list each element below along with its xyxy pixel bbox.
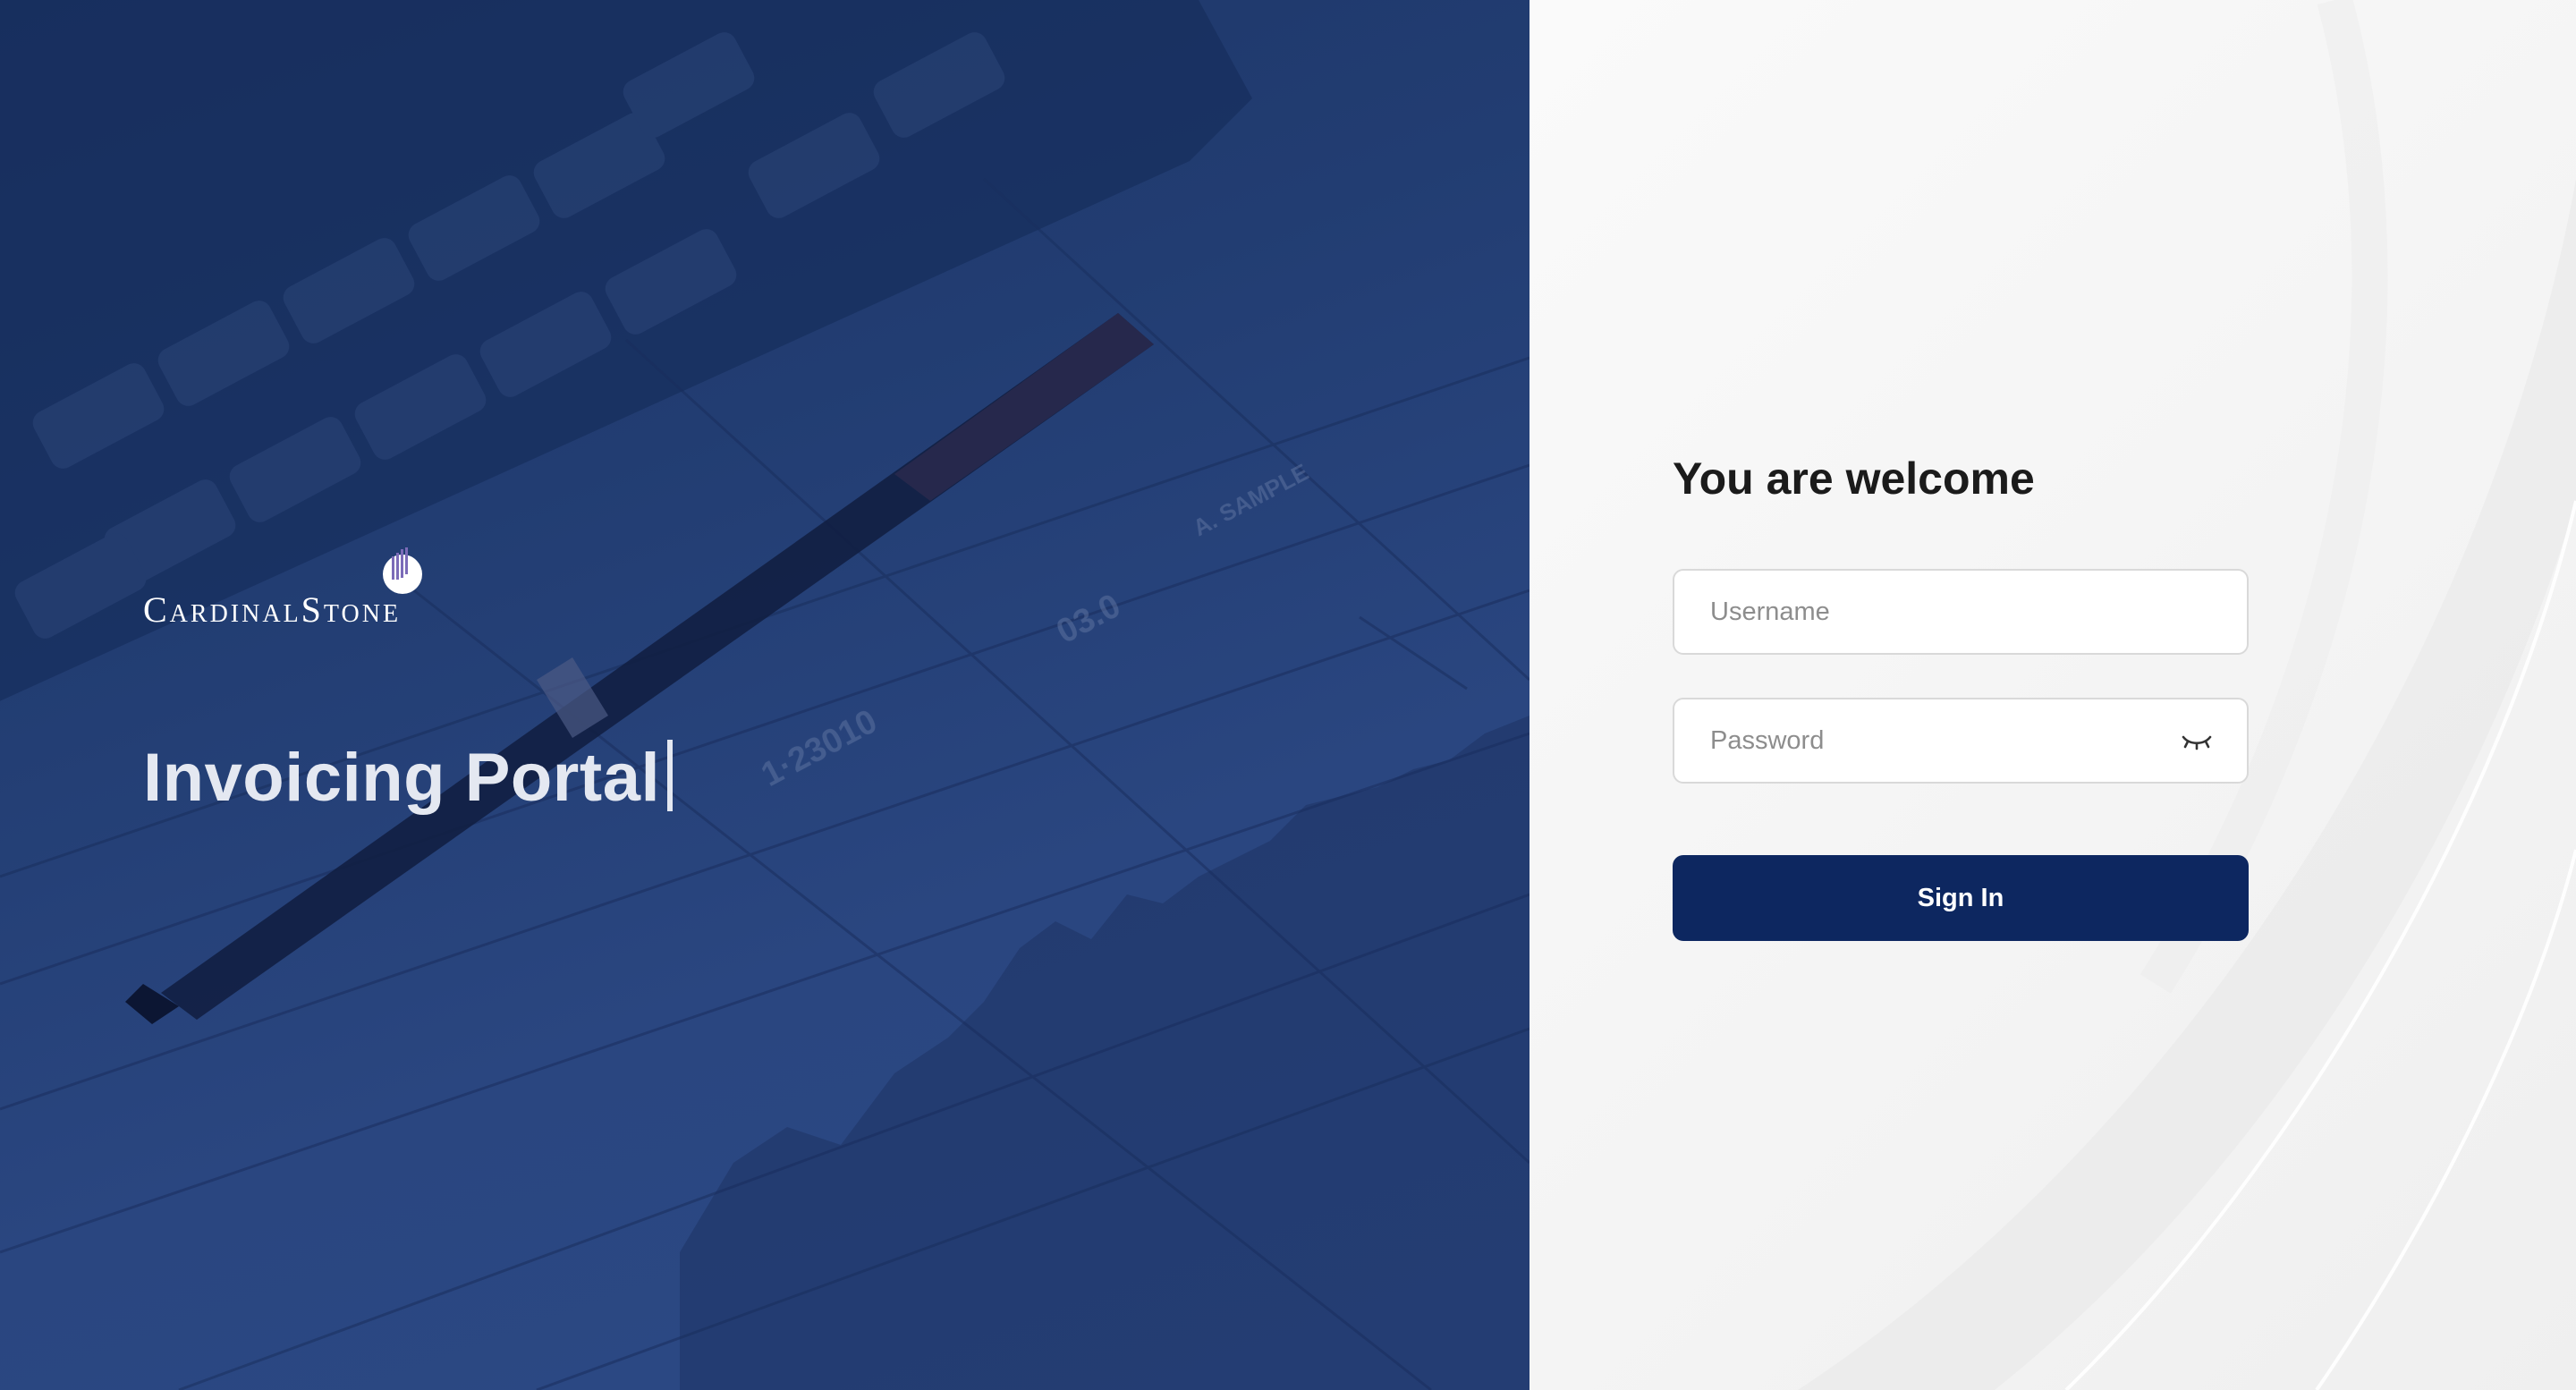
svg-text:1·23010: 1·23010 — [756, 702, 884, 794]
svg-text:03.0: 03.0 — [1051, 587, 1127, 651]
login-form: You are welcome Sign In — [1673, 447, 2249, 941]
svg-text:A. SAMPLE: A. SAMPLE — [1189, 458, 1313, 541]
portal-title: Invoicing Portal — [143, 739, 674, 817]
username-field — [1673, 569, 2249, 655]
stock-chart-shape — [680, 716, 1530, 1390]
password-input[interactable] — [1674, 699, 2175, 782]
document-figures: 1·23010 03.0 A. SAMPLE — [756, 458, 1313, 794]
sign-in-button[interactable]: Sign In — [1673, 855, 2249, 941]
brand-logo: CardinalStone — [143, 546, 474, 635]
hero-background-image: 1·23010 03.0 A. SAMPLE — [0, 0, 1530, 1390]
text-cursor — [667, 740, 674, 811]
brand-name: CardinalStone — [143, 589, 402, 630]
login-panel: You are welcome Sign In — [1530, 0, 2576, 1390]
hero-panel: 1·23010 03.0 A. SAMPLE CardinalStone Inv… — [0, 0, 1530, 1390]
eye-closed-icon[interactable] — [2181, 730, 2213, 751]
username-input[interactable] — [1674, 571, 2175, 653]
welcome-heading: You are welcome — [1673, 453, 2035, 504]
portal-title-text: Invoicing Portal — [143, 740, 661, 816]
password-field — [1673, 698, 2249, 784]
